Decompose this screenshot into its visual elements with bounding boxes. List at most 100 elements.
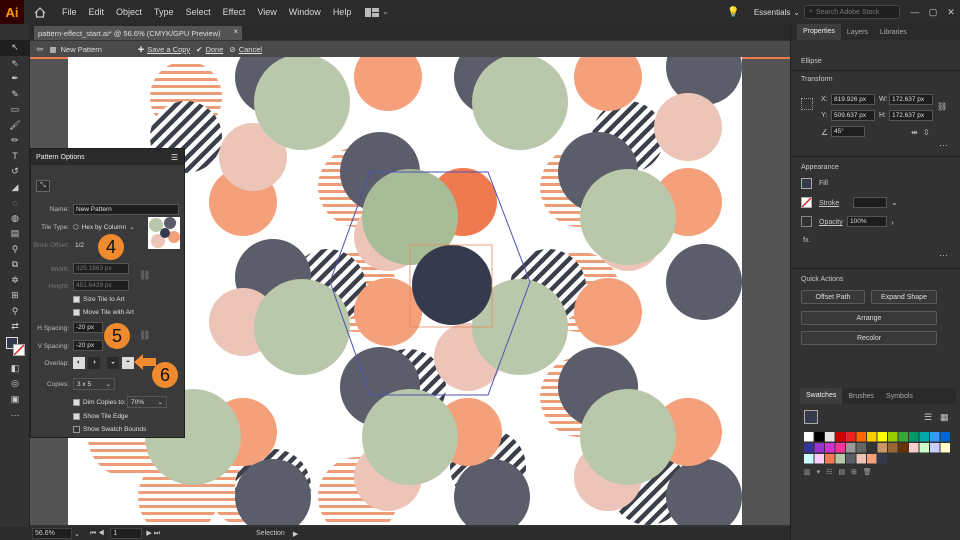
swatch-libraries-icon[interactable]: ▥ (804, 468, 811, 478)
stroke-weight-input[interactable] (853, 197, 887, 208)
new-swatch-icon[interactable]: ⊞ (851, 468, 857, 478)
swap-fill-stroke-icon[interactable]: ⇄ (0, 319, 30, 335)
copies-select[interactable]: 3 x 5 ⌄ (73, 378, 115, 390)
swatch-chip[interactable] (825, 432, 835, 442)
move-tile-checkbox[interactable] (73, 309, 80, 316)
tab-swatches[interactable]: Swatches (800, 388, 843, 404)
document-tab[interactable]: pattern-effect_start.ai* @ 56.6% (CMYK/G… (34, 26, 242, 40)
tab-properties[interactable]: Properties (797, 24, 841, 40)
color-mode-icon[interactable]: ◧ (0, 361, 30, 377)
cancel-button[interactable]: ⊘ Cancel (229, 45, 262, 54)
panel-menu-icon[interactable]: ☰ (171, 153, 178, 162)
swatch-chip[interactable] (825, 443, 835, 453)
width-input[interactable]: 172.637 px (889, 94, 933, 105)
minimize-icon[interactable]: — (906, 7, 924, 17)
size-tile-checkbox[interactable] (73, 296, 80, 303)
stroke-swatch[interactable] (13, 343, 25, 356)
swatch-chip[interactable] (877, 443, 888, 453)
tab-layers[interactable]: Layers (841, 29, 874, 36)
drawing-mode-icon[interactable]: ◎ (0, 376, 30, 392)
swatch-chip[interactable] (804, 432, 814, 442)
swatch-chip[interactable] (888, 443, 898, 453)
h-spacing-input[interactable]: -20 px (73, 322, 103, 333)
maximize-icon[interactable]: ▢ (924, 7, 942, 18)
swatch-chip[interactable] (846, 432, 856, 442)
grid-view-icon[interactable]: ▦ (940, 412, 949, 423)
swatch-chip[interactable] (835, 443, 846, 453)
blend-tool-icon[interactable]: ⧉ (0, 257, 30, 273)
stroke-label[interactable]: Stroke (819, 200, 839, 207)
selection-tool-icon[interactable]: ↖ (0, 40, 30, 56)
swatch-chip[interactable] (856, 443, 867, 453)
chevron-right-icon[interactable]: › (891, 218, 894, 227)
back-arrow-icon[interactable]: ⇦ (36, 44, 44, 55)
swatch-chip[interactable] (804, 454, 814, 464)
flip-vertical-icon[interactable]: ⇳ (923, 128, 930, 137)
swatch-chip[interactable] (814, 443, 825, 453)
fill-stroke-widget[interactable] (0, 335, 29, 361)
y-input[interactable]: 509.637 px (831, 110, 875, 121)
close-icon[interactable]: ✕ (942, 7, 960, 18)
menu-select[interactable]: Select (180, 7, 217, 17)
swatch-chip[interactable] (877, 432, 888, 442)
more-options-icon[interactable]: ··· (939, 140, 948, 150)
swatch-chip[interactable] (835, 454, 846, 464)
swatch-chip[interactable] (867, 454, 877, 464)
bottom-in-front-button[interactable]: ◓ (122, 357, 134, 369)
zoom-level-input[interactable]: 56.6% (32, 528, 72, 539)
swatch-chip[interactable] (856, 454, 867, 464)
link-icon[interactable]: ⛓ (139, 270, 150, 281)
swatch-chip[interactable] (930, 443, 940, 453)
dim-copies-select[interactable]: 70% ⌄ (127, 396, 167, 408)
home-icon[interactable] (30, 6, 50, 18)
symbol-sprayer-tool-icon[interactable]: ✲ (0, 273, 30, 289)
stroke-color-swatch[interactable] (801, 197, 812, 208)
tab-brushes[interactable]: Brushes (842, 393, 880, 400)
show-swatch-bounds-checkbox[interactable] (73, 426, 80, 433)
shape-builder-tool-icon[interactable]: ◍ (0, 211, 30, 227)
save-copy-button[interactable]: ✚ Save a Copy (138, 45, 190, 54)
menu-window[interactable]: Window (283, 7, 327, 17)
pattern-name-input[interactable]: New Pattern (73, 204, 179, 215)
menu-view[interactable]: View (251, 7, 282, 17)
swatch-chip[interactable] (909, 432, 919, 442)
artboard-tool-icon[interactable]: ⊞ (0, 288, 30, 304)
delete-swatch-icon[interactable]: 🗑 (863, 468, 872, 478)
spacing-link-icon[interactable]: ⛓ (139, 330, 150, 341)
swatch-chip[interactable] (846, 443, 856, 453)
eraser-tool-icon[interactable]: ◢ (0, 180, 30, 196)
swatch-chip[interactable] (930, 432, 940, 442)
dim-copies-checkbox[interactable] (73, 399, 80, 406)
fill-color-swatch[interactable] (801, 178, 812, 189)
list-view-icon[interactable]: ☰ (924, 412, 932, 423)
swatch-grid[interactable] (804, 432, 952, 468)
more-tools-icon[interactable]: ··· (0, 407, 30, 423)
fill-stroke-indicator[interactable] (804, 410, 818, 424)
swatch-chip[interactable] (804, 443, 814, 453)
menu-edit[interactable]: Edit (83, 7, 111, 17)
tile-editor-icon[interactable]: ⤡ (36, 180, 50, 192)
paintbrush-tool-icon[interactable]: 🖌 (0, 118, 30, 134)
menu-file[interactable]: File (56, 7, 83, 17)
workspace-switcher[interactable]: Essentials (754, 8, 790, 17)
show-tile-edge-checkbox[interactable] (73, 413, 80, 420)
swatch-chip[interactable] (814, 454, 825, 464)
reference-point-icon[interactable] (801, 98, 813, 110)
new-color-group-icon[interactable]: ▤ (838, 468, 845, 478)
swatch-chip[interactable] (867, 443, 877, 453)
lightbulb-icon[interactable]: 💡 (727, 7, 739, 18)
swatch-chip[interactable] (919, 443, 930, 453)
tile-type-select[interactable]: ⬡ Hex by Column ⌄ (73, 221, 143, 233)
swatch-chip[interactable] (909, 443, 919, 453)
show-kinds-icon[interactable]: ▾ (817, 468, 821, 478)
swatch-chip[interactable] (898, 432, 909, 442)
tab-libraries[interactable]: Libraries (874, 29, 913, 36)
menu-object[interactable]: Object (110, 7, 148, 17)
warp-tool-icon[interactable]: ◌ (0, 195, 30, 211)
recolor-button[interactable]: Recolor (801, 331, 937, 345)
fx-icon[interactable]: fx. (803, 237, 810, 244)
eyedropper-tool-icon[interactable]: ⚲ (0, 242, 30, 258)
artboard-number-input[interactable]: 1 (110, 528, 143, 539)
status-arrow-icon[interactable]: ▶ (293, 530, 298, 538)
zoom-tool-icon[interactable]: ⚲ (0, 304, 30, 320)
